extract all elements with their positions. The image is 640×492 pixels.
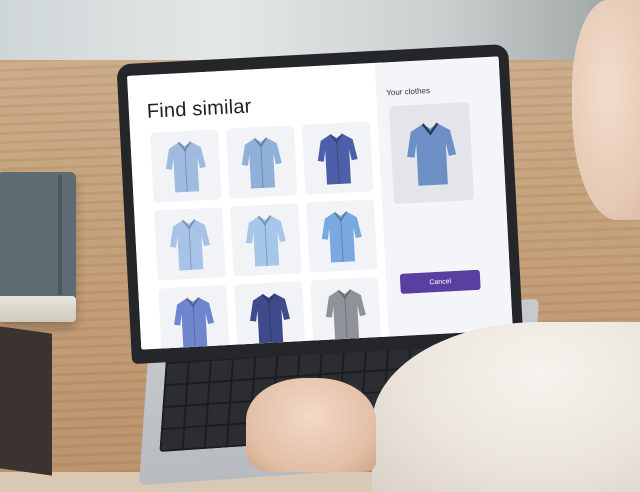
result-item[interactable] <box>305 199 378 273</box>
shirt-icon <box>325 288 366 341</box>
notebook-pages <box>0 296 76 322</box>
shirt-icon <box>241 137 282 189</box>
shirt-icon <box>165 141 206 193</box>
shirt-icon <box>170 219 210 271</box>
results-grid <box>150 121 382 350</box>
result-item[interactable] <box>234 281 306 350</box>
result-item[interactable] <box>309 277 382 350</box>
shirt-icon <box>317 133 358 185</box>
person-shoulder <box>372 322 640 492</box>
shirt-icon <box>245 215 286 267</box>
result-item[interactable] <box>225 125 298 199</box>
result-item[interactable] <box>301 121 374 195</box>
person-hand <box>246 378 376 472</box>
result-item[interactable] <box>154 207 226 281</box>
page-title: Find similar <box>146 95 253 123</box>
result-item[interactable] <box>230 203 302 277</box>
person-head <box>572 0 640 220</box>
result-item[interactable] <box>158 285 230 350</box>
person-foreground <box>372 0 640 492</box>
shirt-icon <box>321 211 362 263</box>
notebook-spine <box>58 175 62 295</box>
result-item[interactable] <box>150 129 222 203</box>
results-panel: Find similar <box>127 62 390 350</box>
shirt-icon <box>250 292 290 345</box>
dark-device-edge <box>0 326 52 476</box>
shirt-icon <box>174 296 215 349</box>
